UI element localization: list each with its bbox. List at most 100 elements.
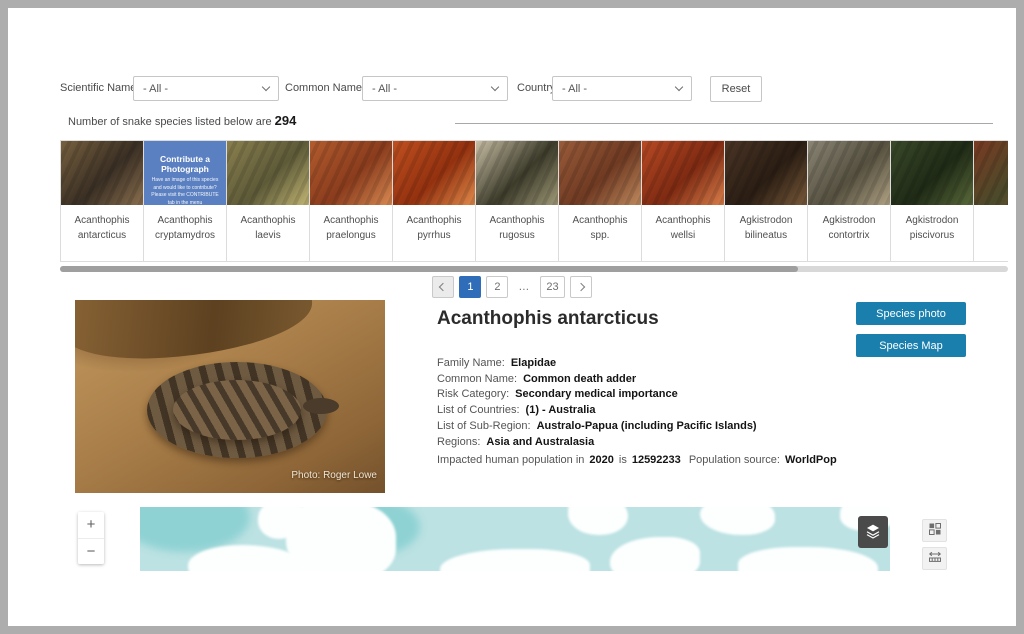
species-card[interactable]: Acanthophis wellsi [641, 140, 725, 262]
map-canvas[interactable] [140, 507, 890, 571]
basemap-gallery-button[interactable] [922, 519, 947, 542]
contribute-body: Have an image of this species and would … [144, 174, 226, 205]
population-value: 12592233 [632, 454, 681, 466]
population-value: WorldPop [785, 454, 837, 466]
layers-button[interactable] [858, 516, 888, 548]
measure-button[interactable] [922, 547, 947, 570]
scientific-name-label: Scientific Name [60, 82, 136, 94]
zoom-in-button[interactable]: + [78, 512, 104, 539]
species-card[interactable]: Agkistrodon bilineatus [724, 140, 808, 262]
species-thumbnail [393, 141, 475, 205]
species-thumbnail [891, 141, 973, 205]
field-row: List of Sub-Region: Australo-Papua (inclu… [437, 419, 757, 435]
species-fields: Family Name: Elapidae Common Name:Common d… [437, 356, 757, 450]
divider [455, 123, 993, 124]
species-thumbnail [974, 141, 1008, 205]
map-land [568, 507, 628, 535]
field-row: Common Name:Common death adder [437, 372, 757, 388]
photo-decoration [303, 398, 339, 414]
species-card-name: Acanthophis pyrrhus [393, 205, 475, 243]
species-thumbnail [559, 141, 641, 205]
species-card[interactable]: Agkistrodon contortrix [807, 140, 891, 262]
pagination-page-1[interactable]: 1 [459, 276, 481, 298]
species-card-name: Acanthophis spp. [559, 205, 641, 243]
species-card[interactable]: Acanthophis pyrrhus [392, 140, 476, 262]
country-select[interactable]: - All - [552, 76, 692, 101]
species-card[interactable]: Acanthophis antarcticus [60, 140, 144, 262]
pagination-page-2[interactable]: 2 [486, 276, 508, 298]
pagination-page-23[interactable]: 23 [540, 276, 564, 298]
field-row: Family Name: Elapidae [437, 356, 757, 372]
species-thumbnail [310, 141, 392, 205]
species-card-name: Agkistrodon contortrix [808, 205, 890, 243]
species-card[interactable]: Acanthophis laevis [226, 140, 310, 262]
species-card-name [974, 205, 1008, 214]
app-window: Scientific Name - All - Common Name - Al… [0, 0, 1024, 634]
species-card[interactable]: Acanthophis spp. [558, 140, 642, 262]
species-card[interactable]: Agkistrodon piscivorus [890, 140, 974, 262]
species-card-name: Acanthophis wellsi [642, 205, 724, 243]
population-line: Impacted human population in2020is125922… [437, 454, 842, 466]
species-title: Acanthophis antarcticus [437, 308, 659, 330]
pagination-prev-button[interactable] [432, 276, 454, 298]
field-label: List of Sub-Region: [437, 420, 531, 432]
species-card[interactable]: Acanthophis rugosus [475, 140, 559, 262]
chevron-right-icon [576, 283, 584, 291]
population-text: Impacted human population in [437, 454, 584, 466]
field-row: Risk Category: Secondary medical importan… [437, 387, 757, 403]
field-value: Elapidae [511, 357, 556, 369]
species-count-line: Number of snake species listed below are… [68, 113, 296, 128]
map-land [440, 549, 590, 571]
field-row: List of Countries:(1) - Australia [437, 403, 757, 419]
pagination-ellipsis[interactable]: … [513, 276, 535, 298]
common-name-value: - All - [372, 83, 397, 95]
species-carousel: Acanthophis antarcticusContribute a Phot… [60, 140, 1008, 264]
species-card-name: Acanthophis antarcticus [61, 205, 143, 243]
contribute-photo-card: Contribute a PhotographHave an image of … [144, 141, 226, 205]
common-name-select[interactable]: - All - [362, 76, 508, 101]
field-label: Family Name: [437, 357, 505, 369]
species-card-name: Agkistrodon piscivorus [891, 205, 973, 243]
species-count-value: 294 [275, 113, 297, 128]
carousel-scrollbar-thumb[interactable] [60, 266, 798, 272]
species-photo-button[interactable]: Species photo [856, 302, 966, 325]
field-value: (1) - Australia [526, 404, 596, 416]
species-card-name: Acanthophis rugosus [476, 205, 558, 243]
species-thumbnail [227, 141, 309, 205]
species-card-name: Acanthophis cryptamydros [144, 205, 226, 243]
photo-decoration [75, 300, 315, 365]
species-card-name: Acanthophis laevis [227, 205, 309, 243]
measure-scale-icon [928, 551, 942, 566]
species-map-button[interactable]: Species Map [856, 334, 966, 357]
reset-button[interactable]: Reset [710, 76, 762, 102]
zoom-out-button[interactable]: − [78, 539, 104, 565]
species-card[interactable] [973, 140, 1008, 262]
pagination-next-button[interactable] [570, 276, 592, 298]
pagination: 12…23 [8, 276, 1016, 298]
chevron-down-icon [491, 83, 499, 91]
field-label: Risk Category: [437, 388, 509, 400]
scientific-name-select[interactable]: - All - [133, 76, 279, 101]
country-label: Country [517, 82, 556, 94]
species-card-name: Agkistrodon bilineatus [725, 205, 807, 243]
map-land [610, 537, 700, 571]
field-value: Australo-Papua (including Pacific Island… [537, 420, 757, 432]
contribute-title: Contribute a Photograph [144, 141, 226, 174]
map-land [286, 507, 396, 571]
species-photo: Photo: Roger Lowe [75, 300, 385, 493]
chevron-down-icon [675, 83, 683, 91]
layers-icon [864, 522, 882, 543]
scientific-name-value: - All - [143, 83, 168, 95]
page: Scientific Name - All - Common Name - Al… [8, 8, 1016, 626]
species-card[interactable]: Acanthophis praelongus [309, 140, 393, 262]
map-land [700, 507, 775, 535]
species-card[interactable]: Contribute a PhotographHave an image of … [143, 140, 227, 262]
field-label: Common Name: [437, 373, 517, 385]
species-thumbnail [725, 141, 807, 205]
field-value: Secondary medical importance [515, 388, 678, 400]
population-text: Population source: [686, 454, 780, 466]
species-thumbnail [642, 141, 724, 205]
species-thumbnail [476, 141, 558, 205]
carousel-scrollbar[interactable] [60, 266, 1008, 272]
chevron-left-icon [439, 283, 447, 291]
